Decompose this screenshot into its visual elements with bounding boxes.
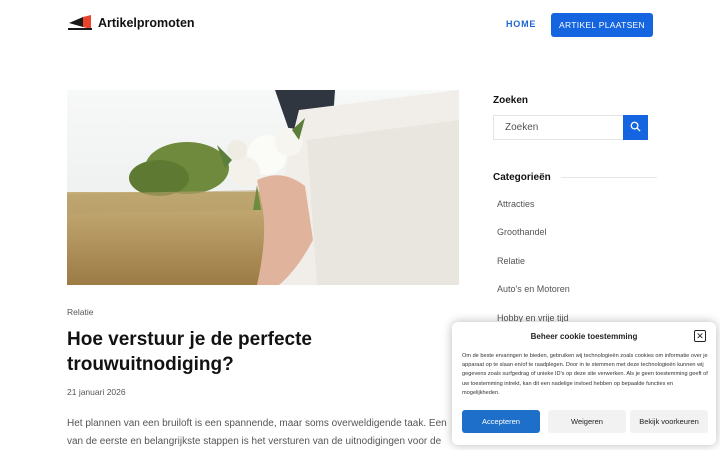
bride-bouquet-photo [67, 90, 459, 285]
category-link[interactable]: Relatie [497, 256, 525, 266]
search-button[interactable] [623, 115, 648, 140]
post-title[interactable]: Hoe verstuur je de perfecte trouwuitnodi… [67, 327, 447, 377]
search-heading: Zoeken [493, 95, 528, 106]
category-link[interactable]: Groothandel [497, 227, 547, 237]
close-icon[interactable]: ✕ [694, 330, 706, 342]
featured-image[interactable] [67, 90, 459, 285]
post-article-button[interactable]: ARTIKEL PLAATSEN [551, 13, 653, 37]
search-heading-label: Zoeken [493, 95, 529, 106]
category-link[interactable]: Attracties [497, 199, 535, 209]
search-icon [630, 119, 641, 137]
cookie-consent-dialog: Beheer cookie toestemming ✕ Om de beste … [452, 322, 716, 445]
accept-cookies-button[interactable]: Accepteren [462, 410, 540, 433]
post-category[interactable]: Relatie [67, 307, 93, 317]
site-header: Artikelpromoten HOME ARTIKEL PLAATSEN [0, 0, 720, 52]
post-date: 21 januari 2026 [67, 387, 126, 397]
search-placeholder: Zoeken [505, 122, 539, 133]
categories-heading: Categorieën [493, 172, 657, 183]
nav-home-link[interactable]: HOME [506, 19, 536, 29]
site-name: Artikelpromoten [98, 16, 195, 30]
site-logo[interactable]: Artikelpromoten [67, 15, 195, 31]
category-link[interactable]: Auto's en Motoren [497, 284, 570, 294]
cookie-dialog-text: Om de beste ervaringen te bieden, gebrui… [462, 353, 708, 396]
cookie-dialog-title: Beheer cookie toestemming [530, 332, 638, 341]
deny-cookies-button[interactable]: Weigeren [548, 410, 626, 433]
categories-heading-label: Categorieën [493, 172, 551, 183]
megaphone-logo-icon [67, 15, 93, 31]
post-excerpt: Het plannen van een bruiloft is een span… [67, 418, 447, 447]
view-preferences-button[interactable]: Bekijk voorkeuren [630, 410, 708, 433]
search-input[interactable]: Zoeken [493, 115, 623, 140]
heading-divider [560, 177, 657, 178]
